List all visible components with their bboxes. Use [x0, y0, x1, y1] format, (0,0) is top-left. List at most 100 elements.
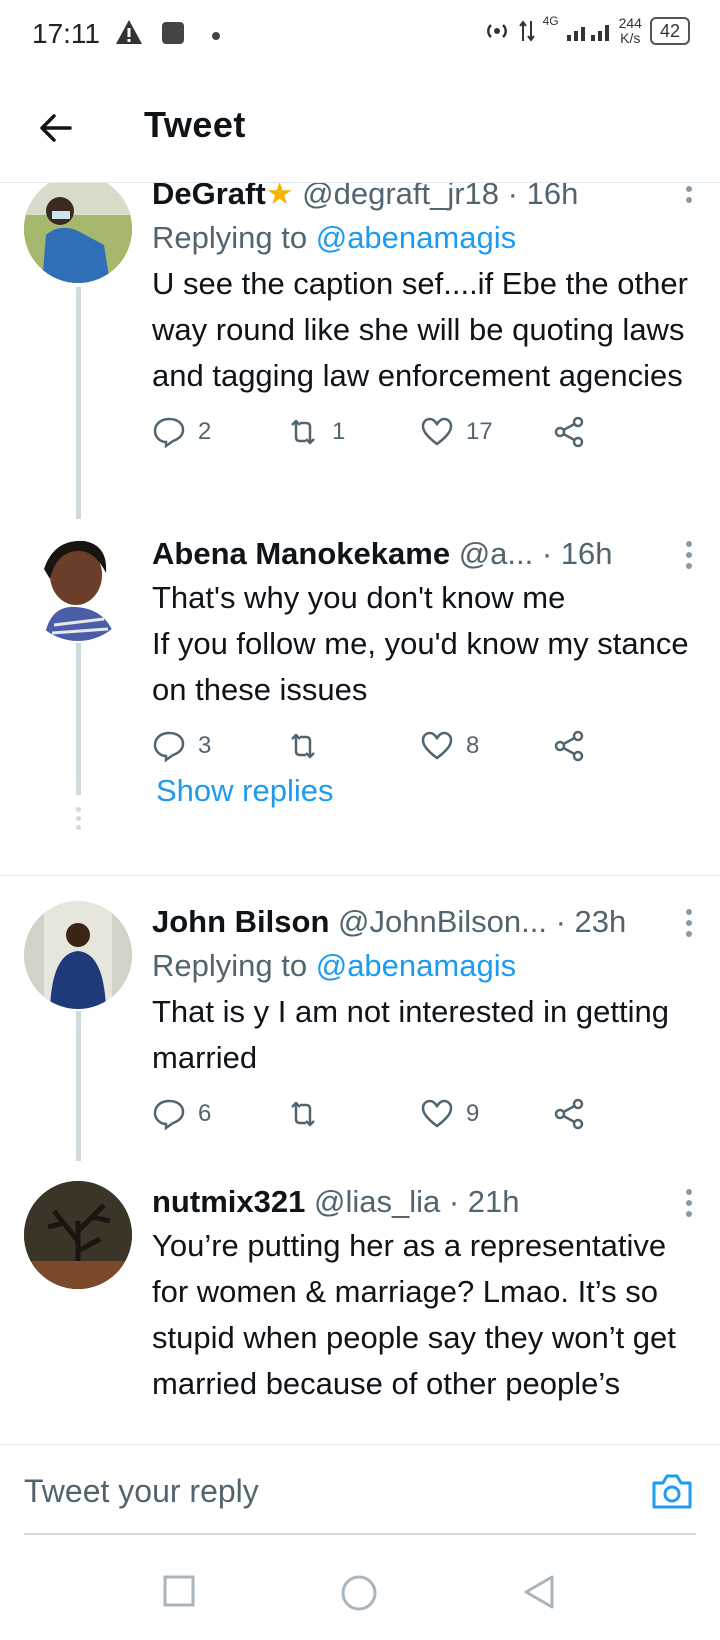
tweet-header: Abena Manokekame @a... · 16h — [152, 533, 690, 575]
display-name[interactable]: DeGraft — [152, 183, 266, 211]
notification-icon — [162, 22, 184, 44]
thread-continuation-dots — [76, 807, 81, 834]
replying-to: Replying to @abenamagis — [152, 215, 690, 261]
net-speed-value: 244 — [618, 15, 642, 31]
tweet-body: nutmix321 @lias_lia · 21h You’re putting… — [152, 1181, 690, 1407]
avatar[interactable] — [24, 901, 132, 1009]
retweet-button[interactable] — [286, 729, 332, 763]
like-button[interactable]: 9 — [420, 1097, 479, 1131]
back-arrow-icon[interactable] — [38, 110, 74, 146]
more-options-icon[interactable] — [686, 541, 694, 574]
more-options-icon[interactable] — [686, 909, 694, 942]
network-type: 4G — [542, 14, 559, 28]
like-button[interactable]: 8 — [420, 729, 479, 763]
timestamp[interactable]: · 23h — [556, 904, 627, 939]
share-button[interactable] — [552, 1097, 586, 1131]
reply-icon — [153, 417, 185, 449]
warning-icon — [116, 20, 142, 44]
display-name[interactable]: nutmix321 — [152, 1184, 305, 1219]
more-notifications-icon — [212, 32, 220, 40]
tweet-john-bilson[interactable]: John Bilson @JohnBilson... · 23h Replyin… — [0, 901, 720, 1161]
net-speed-unit: K/s — [620, 30, 641, 46]
reply-button[interactable]: 3 — [152, 729, 211, 763]
tweet-header: nutmix321 @lias_lia · 21h — [152, 1181, 690, 1223]
thread-line — [76, 287, 81, 519]
reply-feed[interactable]: DeGraft★ @degraft_jr18 · 16h Replying to… — [0, 183, 720, 1443]
retweet-count: 1 — [332, 418, 346, 445]
handle[interactable]: @a... — [459, 536, 534, 571]
replying-prefix: Replying to — [152, 948, 316, 983]
status-bar: 17:11 4G 244 K/s 42 — [0, 0, 720, 72]
tweet-header: DeGraft★ @degraft_jr18 · 16h — [152, 183, 690, 215]
net-speed: 244 K/s — [619, 16, 642, 46]
timestamp[interactable]: · 16h — [508, 183, 579, 211]
tweet-body: John Bilson @JohnBilson... · 23h Replyin… — [152, 901, 690, 1147]
replying-to-link[interactable]: @abenamagis — [316, 220, 516, 255]
status-time: 17:11 — [32, 18, 100, 49]
thread-line — [76, 1011, 81, 1161]
avatar[interactable] — [24, 1181, 132, 1289]
heart-icon — [421, 731, 453, 760]
reply-count: 6 — [198, 1100, 212, 1127]
system-nav-bar — [0, 1540, 720, 1640]
retweet-button[interactable]: 1 — [286, 415, 345, 449]
top-app-bar: Tweet — [0, 72, 720, 183]
retweet-icon — [291, 419, 315, 445]
star-emoji-icon: ★ — [265, 183, 294, 211]
reply-count: 3 — [198, 732, 212, 759]
reply-icon — [153, 731, 185, 763]
recent-apps-icon[interactable] — [162, 1574, 196, 1608]
data-transfer-icon — [518, 20, 535, 42]
retweet-icon — [291, 1101, 315, 1127]
signal-icon — [566, 25, 609, 41]
thread-line — [76, 643, 81, 795]
tweet-nutmix321[interactable]: nutmix321 @lias_lia · 21h You’re putting… — [0, 1181, 720, 1443]
reply-button[interactable]: 6 — [152, 1097, 211, 1131]
display-name[interactable]: Abena Manokekame — [152, 536, 450, 571]
tweet-abena[interactable]: Abena Manokekame @a... · 16h That's why … — [0, 533, 720, 833]
tweet-actions: 2 1 17 — [152, 415, 690, 465]
avatar[interactable] — [24, 533, 132, 641]
share-icon — [554, 1098, 584, 1130]
page-title: Tweet — [144, 104, 246, 145]
tweet-actions: 3 8 — [152, 729, 690, 779]
reply-icon — [153, 1099, 185, 1131]
heart-icon — [421, 417, 453, 446]
retweet-icon — [291, 733, 315, 759]
like-count: 9 — [466, 1100, 480, 1127]
share-icon — [554, 730, 584, 762]
reply-input-underline — [24, 1533, 696, 1535]
like-button[interactable]: 17 — [420, 415, 493, 449]
back-nav-icon[interactable] — [522, 1574, 556, 1610]
more-options-icon[interactable] — [686, 1189, 694, 1222]
share-button[interactable] — [552, 415, 586, 449]
reply-button[interactable]: 2 — [152, 415, 211, 449]
retweet-button[interactable] — [286, 1097, 332, 1131]
tweet-text: That is y I am not interested in getting… — [152, 994, 669, 1075]
like-count: 17 — [466, 418, 493, 445]
tweet-text: You’re putting her as a representative f… — [152, 1228, 676, 1401]
share-button[interactable] — [552, 729, 586, 763]
display-name[interactable]: John Bilson — [152, 904, 329, 939]
tweet-text: U see the caption sef....if Ebe the othe… — [152, 266, 688, 393]
home-icon[interactable] — [340, 1574, 378, 1612]
divider — [0, 875, 720, 876]
tweet-degraft[interactable]: DeGraft★ @degraft_jr18 · 16h Replying to… — [0, 183, 720, 523]
reply-composer[interactable]: Tweet your reply — [0, 1444, 720, 1537]
timestamp[interactable]: · 21h — [449, 1184, 520, 1219]
handle[interactable]: @degraft_jr18 — [302, 183, 499, 211]
reply-input[interactable]: Tweet your reply — [24, 1473, 259, 1510]
camera-icon[interactable] — [650, 1471, 694, 1511]
more-options-icon[interactable] — [686, 183, 694, 208]
replying-prefix: Replying to — [152, 220, 316, 255]
hotspot-icon — [486, 24, 507, 38]
show-replies-link[interactable]: Show replies — [156, 773, 333, 809]
replying-to-link[interactable]: @abenamagis — [316, 948, 516, 983]
like-count: 8 — [466, 732, 480, 759]
timestamp[interactable]: · 16h — [542, 536, 613, 571]
handle[interactable]: @JohnBilson... — [338, 904, 547, 939]
avatar[interactable] — [24, 183, 132, 283]
battery-icon: 42 — [649, 17, 690, 45]
replying-to: Replying to @abenamagis — [152, 943, 690, 989]
handle[interactable]: @lias_lia — [314, 1184, 440, 1219]
